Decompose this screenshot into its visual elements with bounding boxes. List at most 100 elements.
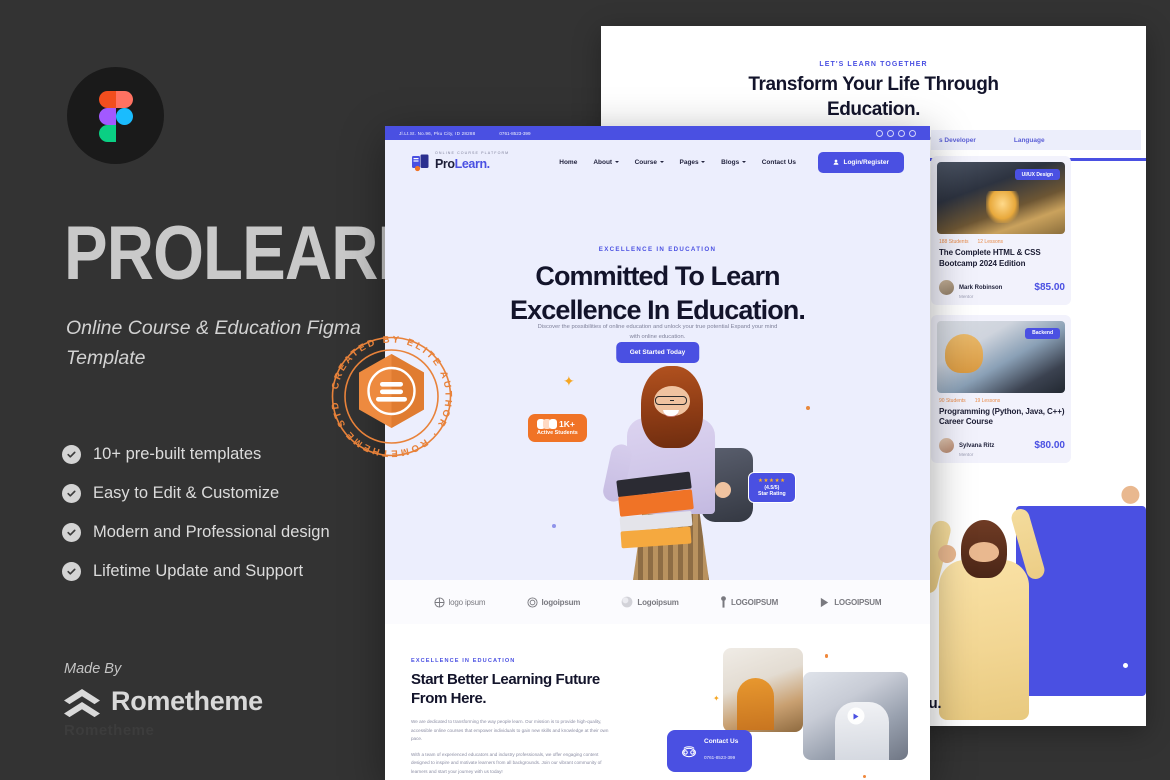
logo-label: logo ipsum [448,597,486,607]
check-icon [62,484,81,503]
logo-item: LOGOIPSUM [720,596,778,608]
decorative-dot [552,524,556,528]
feature-label: Easy to Edit & Customize [93,484,280,502]
course-author-role: Mentor [959,293,974,299]
rometheme-chevron-icon [63,687,101,717]
course-category-badge: Backend [1025,327,1060,339]
course-lessons: 12 Lessons [977,239,1004,245]
nav-item-about[interactable]: About [593,159,619,166]
site-logo[interactable]: ONLINE COURSE PLATFORM ProLearn. [411,152,509,172]
feature-label: Lifetime Update and Support [93,562,304,580]
student-avatars [537,419,557,429]
prolearn-book-icon [411,153,430,172]
instagram-icon[interactable] [887,129,894,137]
user-icon [834,159,839,165]
tab-developer[interactable]: s Developer [939,137,976,144]
course-filter-tabs[interactable]: s Developer Language [931,130,1141,150]
course-card[interactable]: Backend 90 Students 19 Lessons Programmi… [931,314,1071,464]
spiral-icon [526,596,538,608]
hair [641,366,703,448]
students-row: 1K+ [537,419,578,429]
rometheme-ghost-text: Rometheme [64,722,155,739]
about-title-line1: Start Better Learning Future [411,671,600,688]
course-title: Programming (Python, Java, C++) Career C… [939,406,1065,427]
sparkle-icon: ✦ [563,373,575,389]
sphere-icon [622,596,633,608]
rometheme-logo: Rometheme [63,686,263,717]
made-by-label: Made By [64,661,122,677]
logo-label: logoipsum [541,597,581,607]
nav-item-contact[interactable]: Contact Us [762,159,796,166]
course-card-list: UI/UX Design 188 Students 12 Lessons The… [931,156,1071,473]
hero-title-line1: Committed To Learn [535,261,780,291]
avatar [939,279,954,295]
active-students-badge: 1K+ Active Students [528,414,587,442]
list-item: Easy to Edit & Customize [62,483,330,504]
check-icon [62,523,81,542]
logo-label: LOGOIPSUM [834,597,882,607]
avatar [939,438,954,454]
course-students: 90 Students [939,397,966,404]
about-photo-secondary[interactable] [803,672,908,760]
decorative-dot [862,774,866,778]
logo-item: Logoipsum [621,596,679,608]
site-navbar: ONLINE COURSE PLATFORM ProLearn. Home Ab… [385,140,930,184]
chevron-down-icon [701,161,706,163]
top-mockup-title-line2: Education. [826,99,921,121]
check-icon [62,562,81,581]
list-item: Lifetime Update and Support [62,561,330,582]
social-icons[interactable] [876,129,916,137]
globe-icon [434,596,445,608]
tab-language[interactable]: Language [1014,137,1045,144]
nav-item-blogs[interactable]: Blogs [721,159,746,166]
course-price: $80.00 [1034,440,1065,452]
course-footer: Sylvana Ritz Mentor $80.00 [939,434,1065,457]
contact-text-block: Contact Us 0761-8523-399 [704,738,738,764]
play-video-button[interactable] [847,707,864,725]
chevron-down-icon [659,161,664,163]
phone-icon [681,744,697,758]
contact-title: Contact Us [704,738,739,746]
hand-right [715,482,731,498]
course-price: $85.00 [1034,281,1065,293]
decorative-dot [824,654,828,658]
about-photo-primary [723,648,803,732]
login-register-button[interactable]: Login/Register [818,151,904,173]
students-label: Active Students [537,430,578,436]
twitter-icon[interactable] [898,129,905,137]
course-title: The Complete HTML & CSS Bootcamp 2024 Ed… [939,248,1041,268]
top-mockup-eyebrow: LET'S LEARN TOGETHER [819,61,928,68]
nav-item-course[interactable]: Course [635,159,664,166]
star-rating-badge: ★★★★★ (4.5/5) Star Rating [748,472,796,503]
feature-list: 10+ pre-built templates Easy to Edit & C… [62,444,330,600]
chevron-down-icon [741,161,746,163]
topbar-address: Jl.Lt.St. No.96, Pku City, ID 28288 [399,130,476,136]
topbar-phone: 0761-8523-399 [499,130,531,136]
course-footer: Mark Robinson Mentor $85.00 [939,276,1065,299]
product-tagline: Online Course & Education Figma Template [66,317,361,370]
facebook-icon[interactable] [876,129,883,137]
list-item: 10+ pre-built templates [62,444,330,465]
course-thumbnail: UI/UX Design [937,162,1065,234]
course-author: Sylvana Ritz [959,443,995,450]
elite-author-badge: CREATED BY ELITE AUTHOR · ROMETHEME STD … [325,330,458,463]
course-card[interactable]: UI/UX Design 188 Students 12 Lessons The… [931,156,1071,305]
course-author-role: Mentor [959,452,974,458]
nav-item-home[interactable]: Home [559,159,577,166]
youtube-icon[interactable] [909,129,916,137]
celebration-photo [901,483,1146,726]
feature-label: 10+ pre-built templates [93,445,262,463]
mockup-main: Jl.Lt.St. No.96, Pku City, ID 28288 0761… [385,126,930,780]
pin-icon [721,596,726,608]
course-author-block: Mark Robinson Mentor [959,276,1002,299]
rometheme-name: Rometheme [111,686,263,716]
nav-item-pages[interactable]: Pages [680,159,706,166]
feature-label: Modern and Professional design [93,523,330,541]
course-author: Mark Robinson [959,284,1003,291]
decorative-dot [1123,663,1128,668]
sparkle-icon: ✦ [713,694,720,703]
contact-us-button[interactable]: Contact Us 0761-8523-399 [667,730,753,772]
about-title-line2: From Here. [411,690,487,708]
logo-label: LOGOIPSUM [730,597,779,607]
glasses-icon [655,396,687,405]
